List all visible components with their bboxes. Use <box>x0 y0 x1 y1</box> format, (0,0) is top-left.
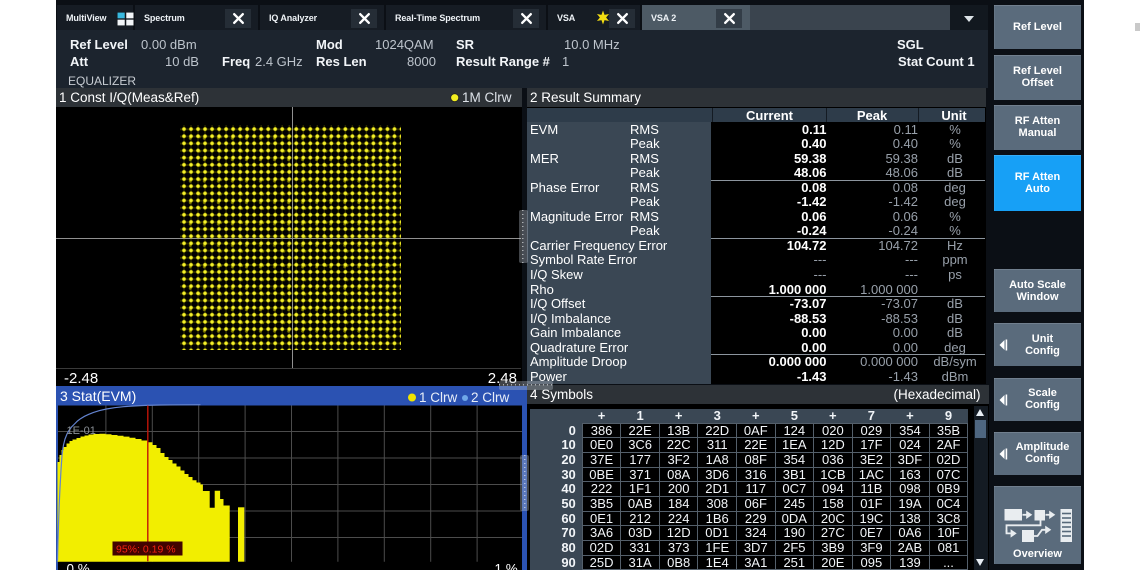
svg-text:1E-01: 1E-01 <box>66 425 95 437</box>
svg-text:1 %: 1 % <box>494 562 517 570</box>
svg-text:95%: 0.19 %: 95%: 0.19 % <box>116 544 176 556</box>
svg-text:2 Clrw: 2 Clrw <box>471 390 510 405</box>
svg-text:3 Stat(EVM): 3 Stat(EVM) <box>60 388 136 404</box>
svg-text:1 Clrw: 1 Clrw <box>419 390 458 405</box>
svg-text:0 %: 0 % <box>66 562 89 570</box>
